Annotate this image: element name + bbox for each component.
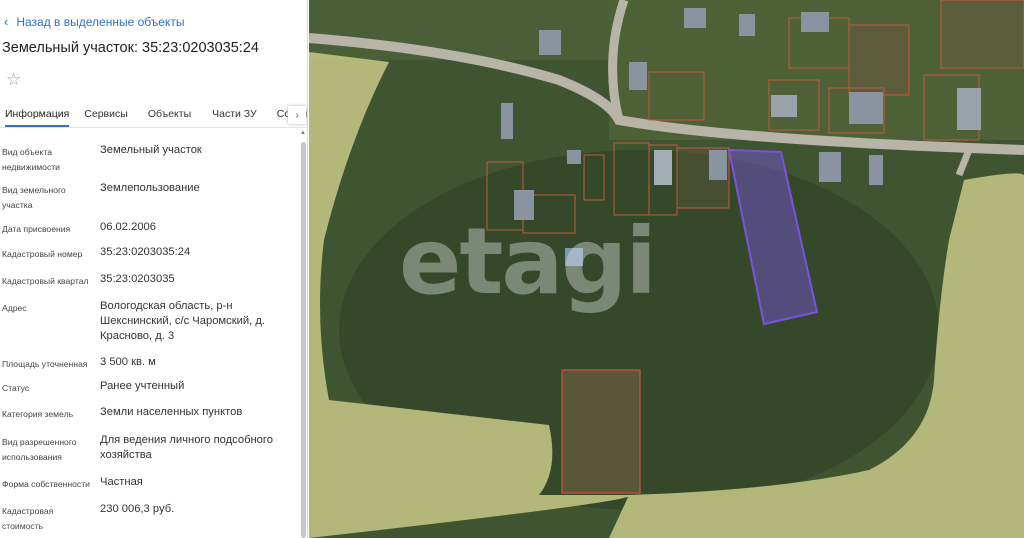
scrollbar[interactable]: ▲: [300, 130, 306, 538]
field-label: Кадастровый квартал: [2, 276, 89, 286]
building: [771, 95, 797, 117]
tab-land-parts[interactable]: Части ЗУ: [212, 100, 257, 120]
field-label: Адрес: [2, 303, 27, 313]
building: [567, 150, 581, 164]
back-link[interactable]: ‹ Назад в выделенные объекты: [4, 14, 184, 29]
building: [739, 14, 755, 36]
field-label: Кадастровый номер: [2, 249, 83, 259]
scroll-up-icon[interactable]: ▲: [300, 130, 306, 136]
field-label: Вид земельного участка: [2, 185, 66, 210]
scrollbar-thumb[interactable]: [301, 142, 306, 538]
watermark: etagi: [399, 208, 657, 315]
field-value: Землепользование: [100, 182, 200, 194]
building: [684, 8, 706, 28]
field-label: Кадастровая стоимость: [2, 506, 54, 531]
tab-services[interactable]: Сервисы: [84, 100, 128, 120]
map-view[interactable]: etagi: [309, 0, 1024, 538]
building: [849, 92, 883, 124]
field-value: 3 500 кв. м: [100, 356, 156, 368]
field-value: Земли населенных пунктов: [100, 406, 243, 418]
tab-bar: Информация Сервисы Объекты Части ЗУ Сост…: [0, 100, 307, 128]
field-value: 35:23:0203035:24: [100, 246, 191, 258]
parcel-outline: [848, 24, 910, 96]
building: [869, 155, 883, 185]
field-value: 35:23:0203035: [100, 273, 175, 285]
page-title: Земельный участок: 35:23:0203035:24: [2, 40, 259, 56]
back-link-label: Назад в выделенные объекты: [16, 14, 185, 29]
building: [957, 88, 981, 130]
building: [539, 30, 561, 55]
chevron-right-icon[interactable]: ›: [288, 106, 306, 124]
tab-objects[interactable]: Объекты: [148, 100, 191, 120]
building: [709, 150, 727, 180]
building: [629, 62, 647, 90]
field-label: Вид объекта недвижимости: [2, 147, 60, 172]
info-panel: ‹ Назад в выделенные объекты Земельный у…: [0, 0, 308, 538]
field-label: Вид разрешенного использования: [2, 437, 77, 462]
field-label: Статус: [2, 383, 30, 393]
building: [654, 150, 672, 185]
field-label: Дата присвоения: [2, 224, 71, 234]
star-icon[interactable]: ☆: [6, 71, 21, 88]
field-label: Форма собственности: [2, 479, 90, 489]
field-value: Для ведения личного подсобного хозяйства: [100, 434, 273, 461]
building: [501, 103, 513, 139]
field-label: Категория земель: [2, 409, 74, 419]
building: [819, 152, 841, 182]
chevron-left-icon: ‹: [4, 14, 9, 29]
parcel-outline: [940, 0, 1024, 69]
field-value: Ранее учтенный: [100, 380, 185, 392]
tab-information[interactable]: Информация: [5, 100, 70, 127]
building: [801, 12, 829, 32]
field-value: Вологодская область, р-н Шекснинский, с/…: [100, 300, 265, 342]
field-value: 230 006,3 руб.: [100, 503, 175, 515]
field-label: Площадь уточненная: [2, 359, 88, 369]
field-value: Частная: [100, 476, 143, 488]
field-value: 06.02.2006: [100, 221, 156, 233]
parcel-outline-south: [561, 369, 641, 494]
field-value: Земельный участок: [100, 144, 202, 156]
